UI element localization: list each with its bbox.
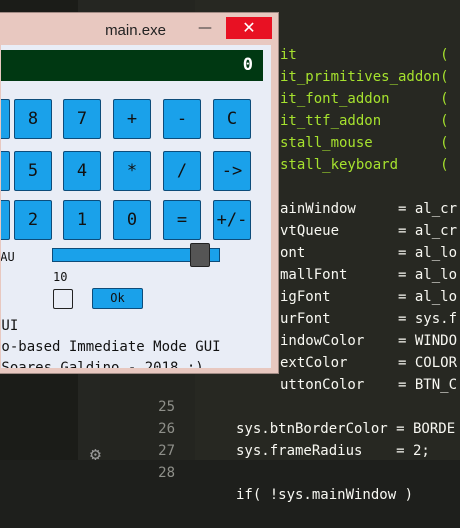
info-line: ro-based Immediate Mode GUI [1, 339, 221, 355]
code-text: if( !sys.mainWindow ) [236, 487, 414, 503]
calc-button-1[interactable]: 1 [63, 200, 101, 240]
code-line: 26 sys.frameRadius = 2; [0, 396, 460, 459]
info-line: GUI [1, 318, 19, 334]
calc-button-8[interactable]: 8 [14, 99, 52, 139]
code-line: 28 if( !sys.mainWindow ) [0, 440, 460, 503]
calc-button-partial[interactable] [1, 151, 10, 191]
slider-thumb[interactable] [190, 243, 210, 267]
minimize-button[interactable]: — [192, 17, 218, 39]
calc-button-0[interactable]: 0 [113, 200, 151, 240]
calc-button-negate[interactable]: +/- [213, 200, 251, 240]
calc-button-multiply[interactable]: * [113, 151, 151, 191]
close-button[interactable]: ✕ [226, 17, 272, 39]
calculator-display: 0 [1, 50, 263, 81]
calc-button-equals[interactable]: = [163, 200, 201, 240]
slider-value: 10 [53, 270, 68, 284]
calculator-panel: 0 8 7 + - C 5 4 * / -> 2 1 0 = +/- RAU 1… [1, 45, 271, 368]
title-bar[interactable]: main.exe — ✕ [0, 13, 278, 45]
code-line: 25 sys.btnBorderColor = BORDE [0, 374, 460, 437]
calc-button-5[interactable]: 5 [14, 151, 52, 191]
calc-button-2[interactable]: 2 [14, 200, 52, 240]
calc-button-divide[interactable]: / [163, 151, 201, 191]
calc-button-4[interactable]: 4 [63, 151, 101, 191]
calc-button-partial[interactable] [1, 200, 10, 240]
calc-button-backspace[interactable]: -> [213, 151, 251, 191]
app-window[interactable]: main.exe — ✕ 0 8 7 + - C 5 4 * / -> 2 1 … [0, 12, 279, 374]
display-value: 0 [242, 55, 253, 75]
code-text: stall_keyboard ( [280, 157, 449, 173]
slider-label: RAU [1, 250, 15, 264]
calc-button-minus[interactable]: - [163, 99, 201, 139]
code-line: 27 [0, 418, 460, 459]
checkbox[interactable] [53, 289, 73, 309]
info-line: Soares Galdino - 2018 ;) [1, 360, 204, 368]
calc-button-plus[interactable]: + [113, 99, 151, 139]
ok-button[interactable]: Ok [92, 288, 143, 309]
calc-button-clear[interactable]: C [213, 99, 251, 139]
calc-button-7[interactable]: 7 [63, 99, 101, 139]
line-number: 28 [158, 465, 175, 481]
calc-button-partial[interactable] [1, 99, 10, 139]
